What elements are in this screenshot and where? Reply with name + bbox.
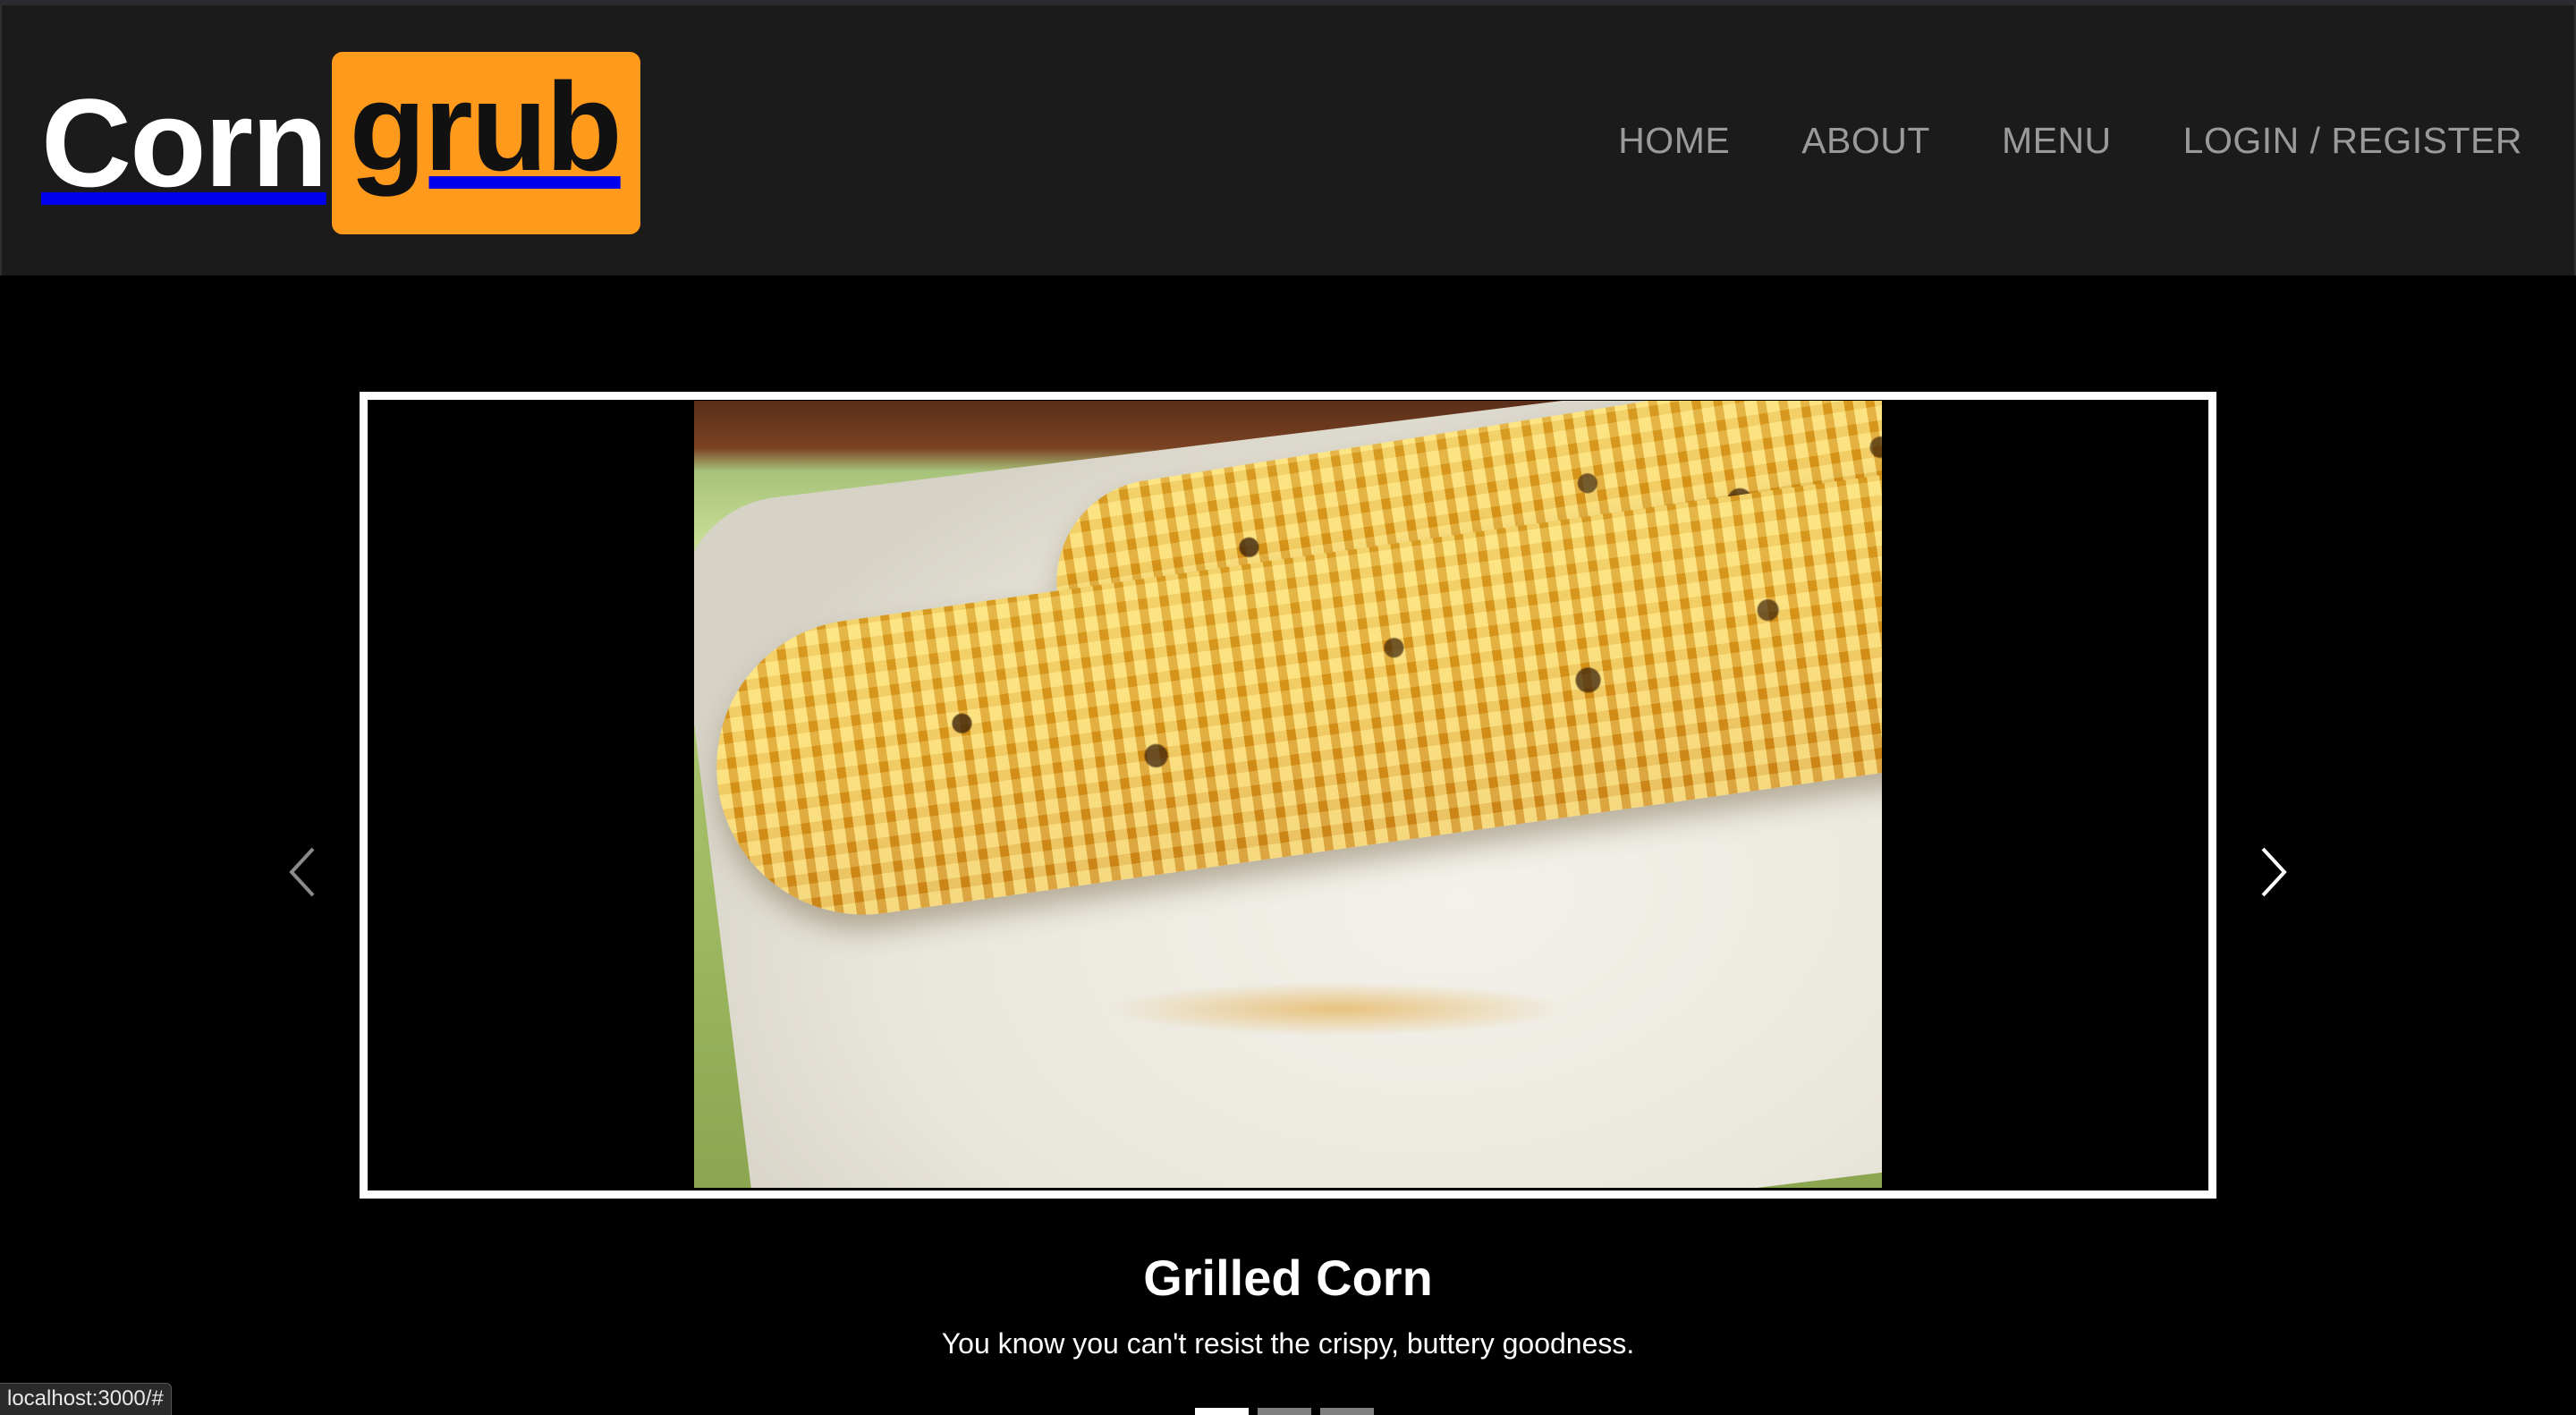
brand-logo-text: Corn [41, 72, 328, 213]
carousel-indicator-3[interactable] [1320, 1408, 1374, 1415]
carousel-indicator-1[interactable] [1195, 1408, 1249, 1415]
nav-about[interactable]: ABOUT [1801, 120, 1930, 162]
carousel-next-button[interactable] [2247, 841, 2301, 903]
status-bar-url: localhost:3000/# [0, 1383, 172, 1415]
brand-logo[interactable]: Corn grub [41, 52, 640, 234]
butter-drips [1106, 982, 1571, 1036]
carousel-indicators [1195, 1408, 1374, 1415]
slide-image-grilled-corn [694, 401, 1882, 1188]
brand-logo-highlight: grub [331, 52, 640, 234]
slide-caption-text: You know you can't resist the crispy, bu… [941, 1327, 1635, 1360]
chevron-right-icon [2261, 847, 2287, 897]
nav-menu[interactable]: MENU [2002, 120, 2112, 162]
carousel-indicator-2[interactable] [1258, 1408, 1311, 1415]
nav-home[interactable]: HOME [1618, 120, 1730, 162]
navbar: Corn grub HOME ABOUT MENU LOGIN / REGIST… [0, 5, 2576, 275]
carousel-prev-button[interactable] [275, 841, 329, 903]
nav-links: HOME ABOUT MENU LOGIN / REGISTER [1618, 120, 2522, 162]
slide-caption-title: Grilled Corn [1143, 1250, 1433, 1306]
chevron-left-icon [289, 847, 315, 897]
nav-login-register[interactable]: LOGIN / REGISTER [2183, 120, 2522, 162]
